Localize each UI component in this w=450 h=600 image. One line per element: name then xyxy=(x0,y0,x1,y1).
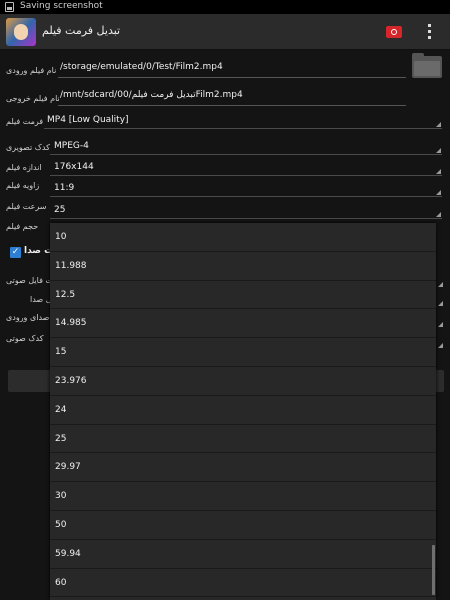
overflow-menu-icon[interactable] xyxy=(428,24,432,40)
dropdown-option-label: 60 xyxy=(55,577,67,588)
dropdown-option-label: 30 xyxy=(55,491,67,502)
input-audio-dropdown-arrow-icon xyxy=(438,322,443,327)
dropdown-option[interactable]: 12.5 xyxy=(50,281,436,310)
input-file-field[interactable]: /storage/emulated/0/Test/Film2.mp4 xyxy=(60,62,223,72)
format-spinner[interactable]: MP4 [Low Quality] xyxy=(47,115,129,125)
audio-checkbox-label: ت صدا xyxy=(24,246,54,256)
dropdown-option[interactable]: 29.97 xyxy=(50,453,436,483)
size-underline xyxy=(50,175,442,176)
format-underline xyxy=(44,128,442,129)
dropdown-option-label: 50 xyxy=(55,520,67,530)
format-dropdown-arrow-icon xyxy=(436,122,441,127)
angle-label: زاویه فیلم xyxy=(6,181,40,190)
audio-codec-dropdown-arrow-icon xyxy=(438,343,443,348)
volume-label: حجم فیلم xyxy=(6,222,39,231)
dropdown-option-label: 24 xyxy=(55,404,67,415)
dropdown-option[interactable]: 60 xyxy=(50,569,436,598)
fps-spinner[interactable]: 25 xyxy=(54,205,65,215)
output-file-label: نام فیلم خروجی xyxy=(6,94,60,103)
dropdown-option-label: 23.976 xyxy=(55,376,87,386)
video-codec-dropdown-arrow-icon xyxy=(436,148,441,153)
size-label: اندازه فیلم xyxy=(6,163,42,172)
audio-codec-label: کدک صوتی xyxy=(6,334,44,343)
dropdown-option[interactable]: 23.976 xyxy=(50,367,436,396)
input-file-label: نام فیلم ورودی xyxy=(6,66,57,75)
input-field-underline xyxy=(58,77,406,78)
audio-label: ل صدا xyxy=(30,295,52,304)
dropdown-option-label: 11.988 xyxy=(55,260,87,271)
dropdown-option[interactable]: 14.985 xyxy=(50,309,436,339)
fps-dropdown-arrow-icon xyxy=(436,212,441,217)
dropdown-option-label: 12.5 xyxy=(55,289,76,300)
audio-file-dropdown-arrow-icon xyxy=(438,282,443,287)
folder-icon[interactable] xyxy=(412,53,442,78)
fps-label: سرعت فیلم xyxy=(6,202,47,211)
video-codec-label: کدک تصویری xyxy=(6,143,50,152)
dropdown-option[interactable]: 11.988 xyxy=(50,252,436,281)
red-record-icon[interactable] xyxy=(386,26,402,38)
fps-underline xyxy=(50,218,442,219)
size-spinner[interactable]: 176x144 xyxy=(54,162,94,172)
dropdown-option-label: 59.94 xyxy=(55,548,81,559)
status-bar: Saving screenshot xyxy=(0,0,450,14)
dropdown-option-label: 10 xyxy=(55,232,67,242)
dropdown-scrollbar[interactable] xyxy=(432,545,435,595)
angle-dropdown-arrow-icon xyxy=(436,190,441,195)
dropdown-option-label: 14.985 xyxy=(55,318,87,329)
dropdown-option[interactable]: 25 xyxy=(50,425,436,454)
dropdown-option-label: 25 xyxy=(55,433,67,444)
app-logo-icon[interactable] xyxy=(6,18,36,46)
fps-dropdown-list: 10 11.988 12.5 14.985 15 23.976 24 25 29.97 30 50 5… xyxy=(50,223,436,600)
audio-checkbox[interactable]: ✓ xyxy=(10,247,21,258)
dropdown-option[interactable]: 15 xyxy=(50,338,436,367)
audio-dropdown-arrow-icon xyxy=(438,301,443,306)
output-field-underline xyxy=(58,105,406,106)
angle-spinner[interactable]: 11:9 xyxy=(54,183,74,193)
screenshot-icon xyxy=(5,2,14,12)
size-dropdown-arrow-icon xyxy=(436,169,441,174)
dropdown-option[interactable]: 24 xyxy=(50,396,436,425)
dropdown-option-label: 15 xyxy=(55,347,67,358)
dropdown-option[interactable]: 10 xyxy=(50,223,436,252)
app-title: تبدیل فرمت فیلم xyxy=(42,24,121,37)
format-label: فرمت فیلم xyxy=(6,117,44,126)
action-bar: تبدیل فرمت فیلم xyxy=(0,14,450,50)
dropdown-option[interactable]: 59.94 xyxy=(50,540,436,569)
dropdown-option[interactable]: 30 xyxy=(50,482,436,511)
status-text: Saving screenshot xyxy=(20,1,103,11)
dropdown-option[interactable]: 50 xyxy=(50,511,436,540)
audio-file-label: ت فایل صوتی xyxy=(6,276,53,285)
video-codec-underline xyxy=(50,154,442,155)
output-file-field[interactable]: /mnt/sdcard/00/تبدیل فرمت فیلمFilm2.mp4 xyxy=(60,90,243,100)
video-codec-spinner[interactable]: MPEG-4 xyxy=(54,141,89,151)
angle-underline xyxy=(50,196,442,197)
dropdown-option-label: 29.97 xyxy=(55,462,81,473)
